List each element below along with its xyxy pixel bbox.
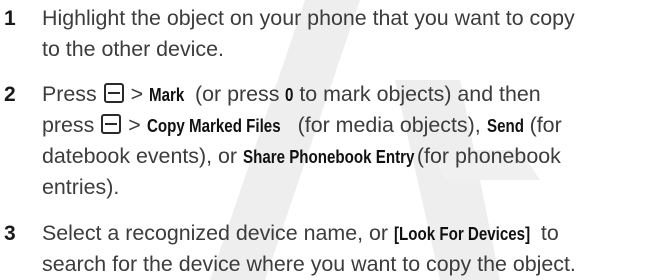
step-number: 3 (4, 222, 16, 245)
menu-key-icon (101, 114, 122, 134)
menu-key-icon (103, 83, 124, 103)
step-number: 1 (4, 7, 16, 30)
step-text: press > Copy Marked Files (for media obj… (42, 110, 648, 142)
menu-item-send: Send (486, 116, 524, 136)
step-number: 2 (4, 83, 16, 106)
step-text: to the other device. (42, 37, 224, 61)
step-text: entries). (42, 175, 120, 199)
menu-item-look-for-devices: [Look For Devices] (393, 224, 531, 244)
menu-item-copy-marked-files: Copy Marked Files (146, 116, 281, 136)
step-text: Select a recognized device name, or [Loo… (42, 218, 648, 250)
step-text: Highlight the object on your phone that … (42, 6, 575, 30)
step-text: Press > Mark (or press 0 to mark objects… (42, 79, 648, 111)
menu-item-mark: Mark (149, 85, 185, 105)
key-zero: 0 (285, 85, 294, 105)
menu-item-share-phonebook-entry: Share Phonebook Entry (242, 147, 415, 167)
step-text: search for the device where you want to … (42, 252, 576, 276)
step-text: datebook events), or Share Phonebook Ent… (42, 141, 648, 173)
